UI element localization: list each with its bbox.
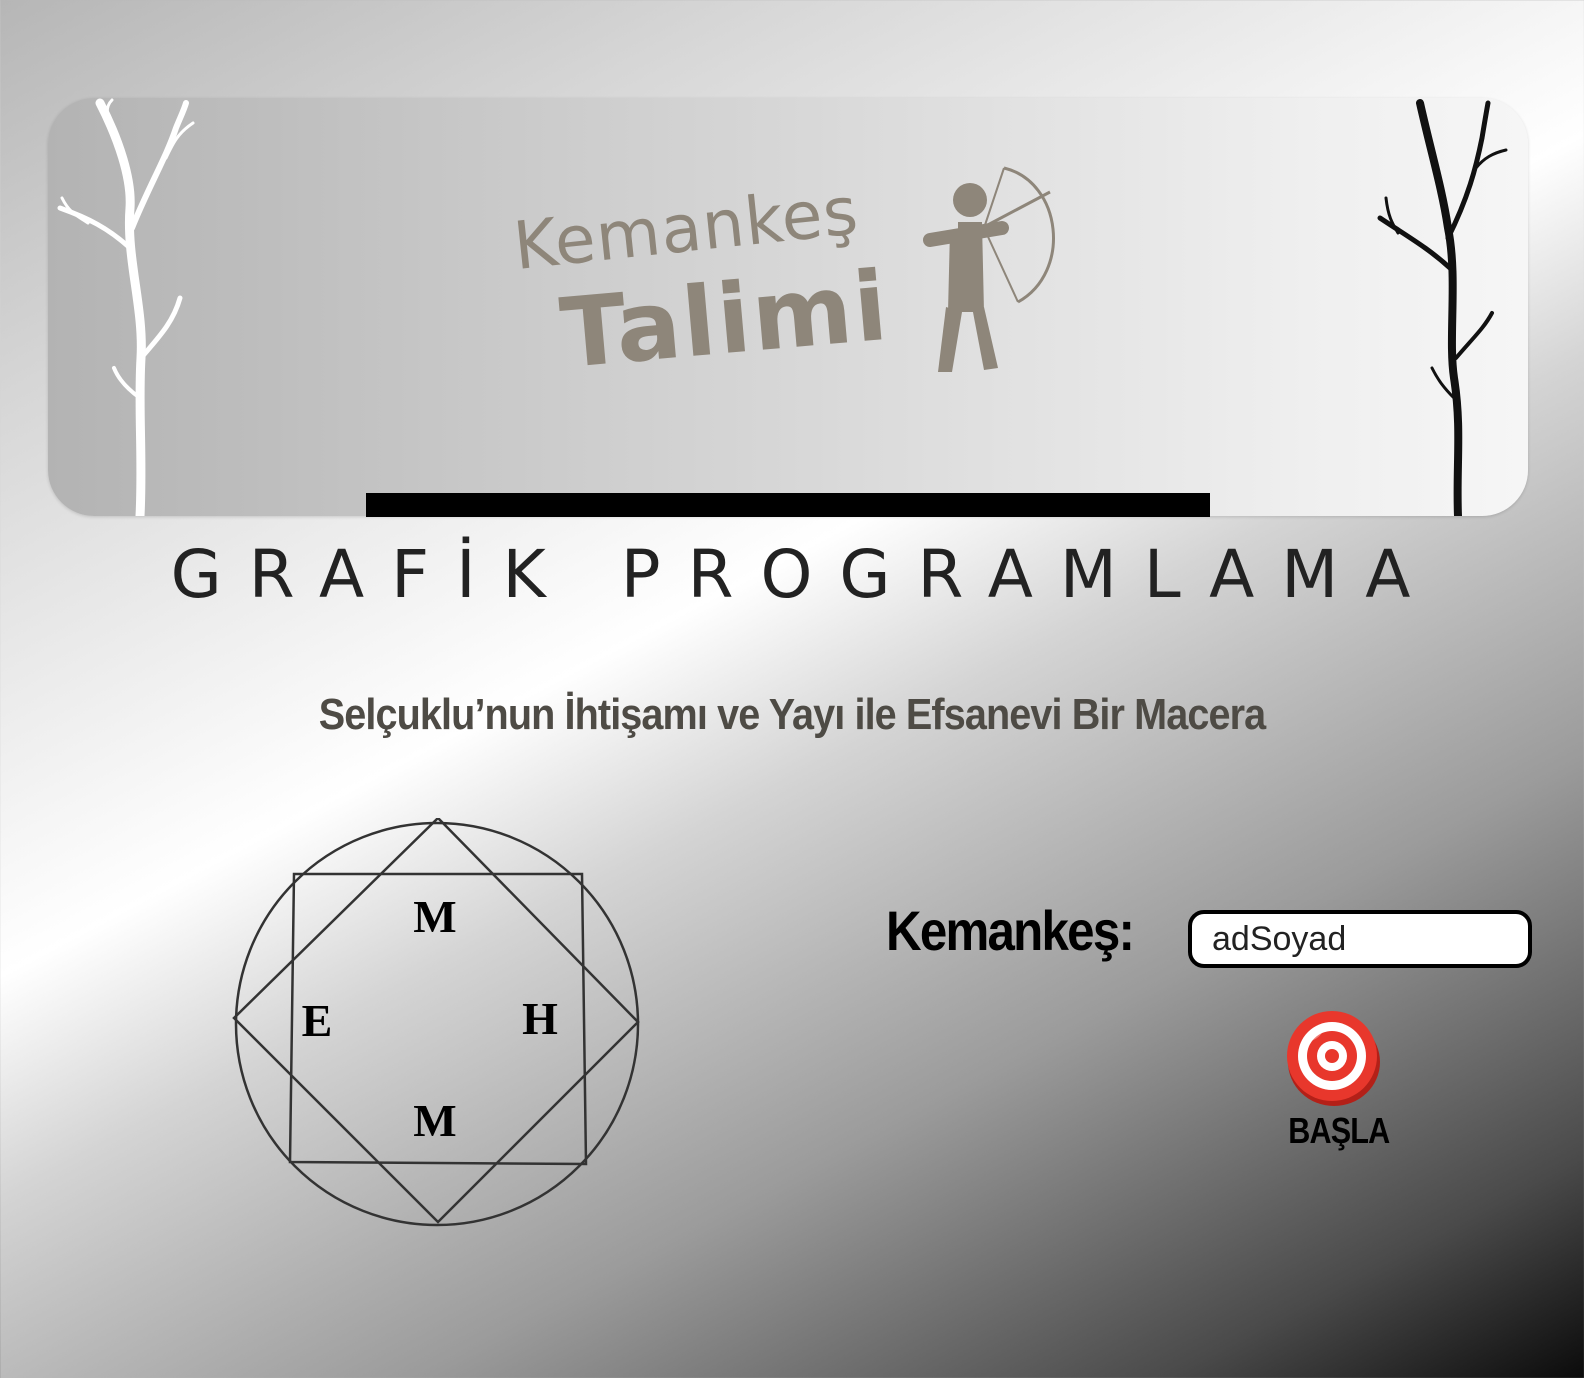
game-logo: Kemankeş Talimi [508,172,938,408]
page-subtitle: GRAFİK PROGRAMLAMA [170,536,1438,613]
start-label: BAŞLA [1288,1110,1390,1151]
emblem-letter-left: E [302,995,333,1046]
archer-icon [923,166,1055,372]
emblem-letter-top: M [413,891,456,942]
black-branch-icon [1377,99,1508,516]
player-name-label: Kemankeş: [886,899,1135,962]
white-branch-icon [57,98,195,516]
banner-underline [366,493,1210,517]
start-button[interactable]: BAŞLA [1280,1006,1390,1156]
header-banner: Kemankeş Talimi [48,98,1528,516]
emblem-letter-right: H [522,993,558,1044]
tagline: Selçuklu’nun İhtişamı ve Yayı ile Efsane… [318,690,1266,739]
emblem-letter-bottom: M [413,1095,456,1146]
emblem-diagram: M E H M [232,818,640,1227]
target-icon [1287,1011,1380,1106]
player-name-input[interactable] [1188,910,1532,968]
